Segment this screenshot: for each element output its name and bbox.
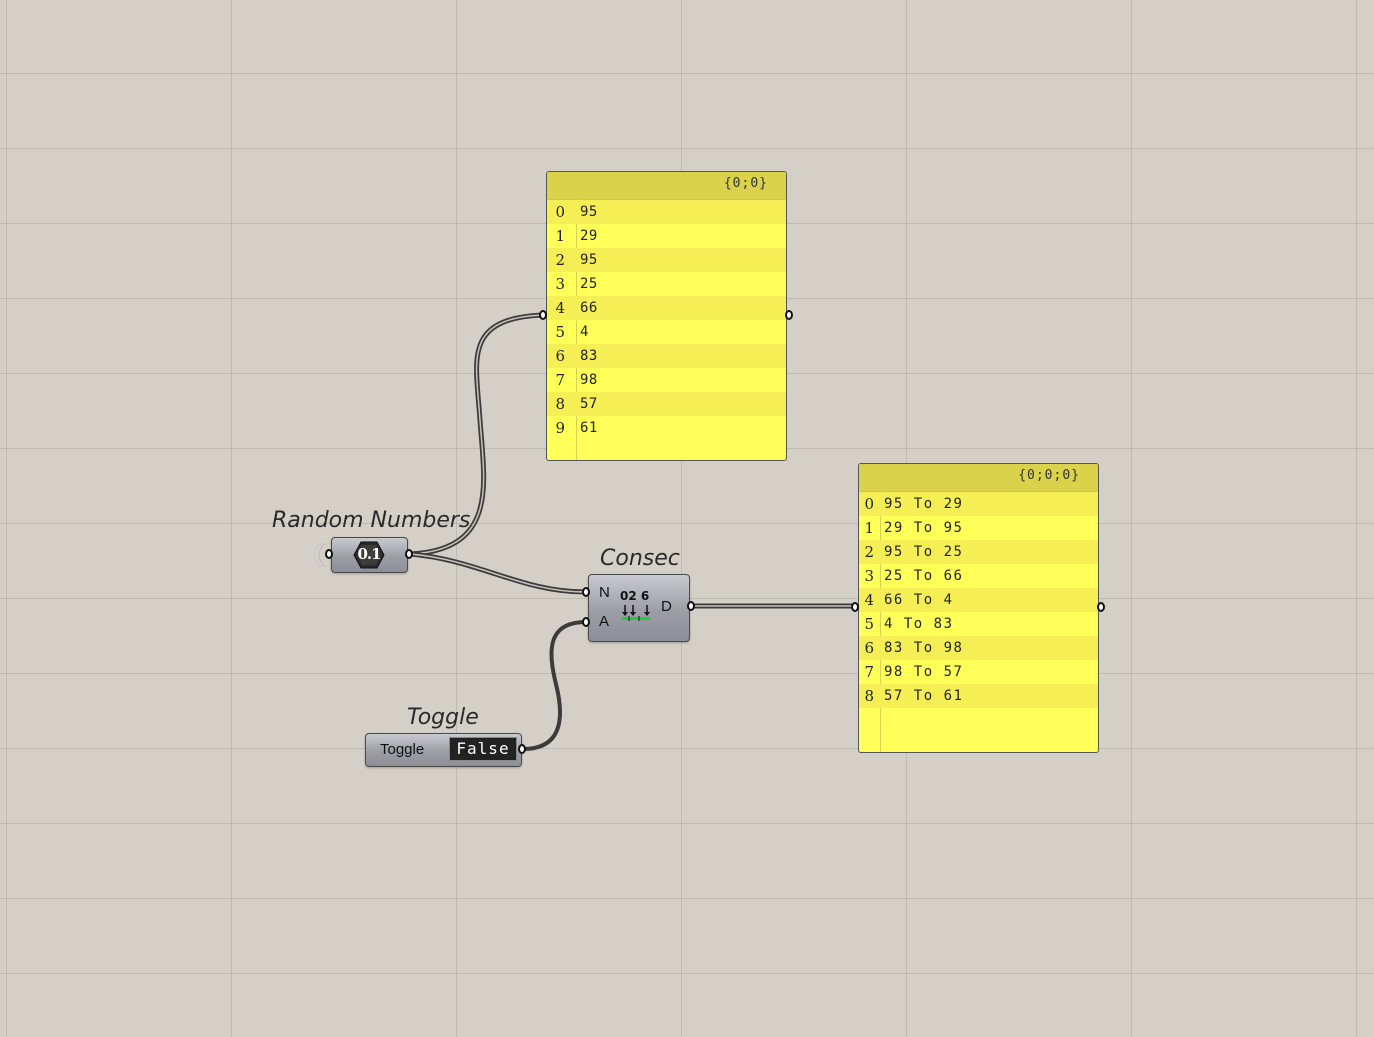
consec-output-d-label: D xyxy=(661,598,672,615)
list-item: 3 25 To 66 xyxy=(864,567,964,585)
list-item: 0 95 To 29 xyxy=(859,492,1098,516)
list-item: 4 66 xyxy=(547,296,786,320)
wires-layer xyxy=(407,312,859,751)
numbers-panel-input-port[interactable] xyxy=(539,310,547,320)
list-item: 3 25 xyxy=(555,275,598,293)
random-numbers-output-port[interactable] xyxy=(405,549,413,559)
list-item: 0 95 xyxy=(547,200,786,224)
pairs-panel-list: 0 95 To 29 1 29 To 95 2 95 To 25 3 25 To 66 … xyxy=(859,492,1098,708)
toggle-label: Toggle xyxy=(380,741,425,758)
numbers-panel-list: 0 95 1 29 2 95 3 25 4 66 54 6 83 7 98 8 57 9 61 xyxy=(547,200,786,440)
wire-random-to-consec xyxy=(407,551,589,595)
list-item: 8 57 xyxy=(547,392,786,416)
consec-input-n-label: N xyxy=(599,584,610,601)
consec-component[interactable]: N A D 02 6 xyxy=(588,574,690,642)
wire-toggle-to-consec xyxy=(521,620,588,751)
list-item: 7 98 xyxy=(555,371,598,389)
consec-input-n-port[interactable] xyxy=(582,587,590,597)
toggle-value-box[interactable]: False xyxy=(449,737,517,761)
list-item: 54 xyxy=(555,323,589,341)
numbers-panel[interactable]: {0;0} 0 95 1 29 2 95 3 25 4 66 54 6 83 7 98 8 57… xyxy=(546,171,787,461)
toggle-component[interactable]: Toggle False xyxy=(365,733,522,767)
random-numbers-icon: 0.1 xyxy=(353,541,385,569)
consec-title: Consec xyxy=(600,546,680,571)
random-numbers-input-port[interactable] xyxy=(325,549,333,559)
pairs-panel-input-port[interactable] xyxy=(851,602,859,612)
list-item: 6 83 To 98 xyxy=(859,636,1098,660)
toggle-output-port[interactable] xyxy=(518,744,526,754)
consec-input-a-label: A xyxy=(599,613,610,630)
list-item: 8 57 To 61 xyxy=(859,684,1098,708)
list-item: 4 66 To 4 xyxy=(859,588,1098,612)
toggle-title: Toggle xyxy=(407,705,479,730)
random-numbers-component[interactable]: 0.1 xyxy=(331,537,408,573)
list-item: 6 83 xyxy=(547,344,786,368)
toggle-value: False xyxy=(456,739,510,758)
numbers-panel-header: {0;0} xyxy=(547,172,786,200)
list-item: 7 98 To 57 xyxy=(864,663,964,681)
pairs-panel-output-port[interactable] xyxy=(1097,602,1105,612)
pairs-panel-header: {0;0;0} xyxy=(859,464,1098,492)
pairs-panel[interactable]: {0;0;0} 0 95 To 29 1 29 To 95 2 95 To 25 32… xyxy=(858,463,1099,753)
list-item: 2 95 xyxy=(547,248,786,272)
list-item: 2 95 To 25 xyxy=(859,540,1098,564)
random-numbers-icon-text: 0.1 xyxy=(357,545,381,563)
list-item: 1 29 To 95 xyxy=(864,519,964,537)
list-item: 54 To 83 xyxy=(864,615,954,633)
pairs-panel-path: {0;0;0} xyxy=(1018,468,1080,483)
list-item: 9 61 xyxy=(555,419,598,437)
numbers-panel-output-port[interactable] xyxy=(785,310,793,320)
numbers-panel-path: {0;0} xyxy=(723,176,768,191)
consecutive-pairs-icon: 02 6 xyxy=(619,589,655,625)
list-item: 1 29 xyxy=(555,227,598,245)
consec-output-d-port[interactable] xyxy=(687,601,695,611)
random-numbers-title: Random Numbers xyxy=(272,508,471,533)
consec-input-a-port[interactable] xyxy=(582,617,590,627)
